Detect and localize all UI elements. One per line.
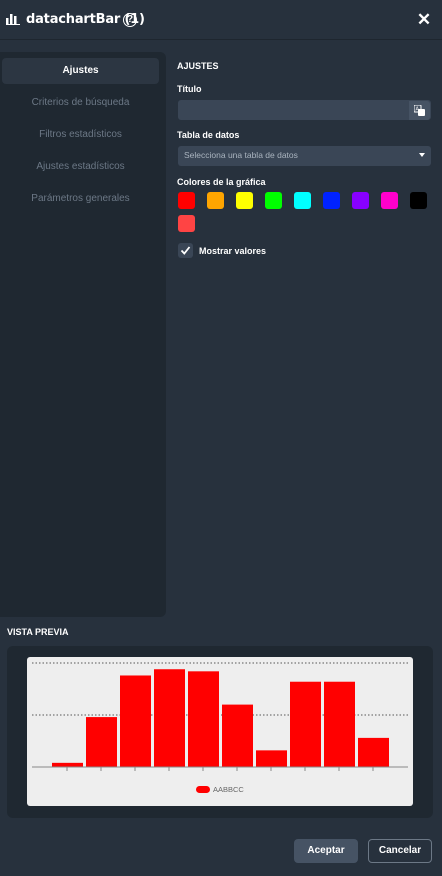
chevron-down-icon xyxy=(419,153,425,157)
cancel-button[interactable]: Cancelar xyxy=(368,839,432,863)
show-values-label: Mostrar valores xyxy=(199,246,267,256)
table-label: Tabla de datos xyxy=(177,130,240,140)
table-select[interactable]: Selecciona una tabla de datos xyxy=(178,146,431,166)
preview-title: VISTA PREVIA xyxy=(7,627,69,637)
colors-label: Colores de la gráfica xyxy=(177,177,266,187)
sidebar-item-ajustes-estadisticos[interactable]: Ajustes estadísticos xyxy=(2,154,159,180)
title-label: Título xyxy=(177,84,202,94)
bar-chart: AABBCC xyxy=(32,662,408,794)
bar xyxy=(86,717,117,767)
bar xyxy=(222,704,253,767)
color-swatch[interactable] xyxy=(352,192,369,209)
color-swatch[interactable] xyxy=(207,192,224,209)
bar xyxy=(188,671,219,767)
sidebar-item-filtros[interactable]: Filtros estadísticos xyxy=(2,122,159,148)
sidebar-item-criterios[interactable]: Criterios de búsqueda xyxy=(2,90,159,116)
bar xyxy=(324,681,355,767)
legend-label: AABBCC xyxy=(213,785,244,794)
sidebar: Ajustes Criterios de búsqueda Filtros es… xyxy=(0,52,166,617)
bar xyxy=(120,675,151,767)
bar-chart-icon xyxy=(6,14,20,25)
legend-swatch xyxy=(196,786,210,793)
sidebar-item-ajustes[interactable]: Ajustes xyxy=(2,58,159,84)
help-icon[interactable]: ? xyxy=(123,13,137,27)
color-swatch[interactable] xyxy=(236,192,253,209)
color-swatch[interactable] xyxy=(265,192,282,209)
bar xyxy=(52,762,83,767)
svg-text:A: A xyxy=(416,107,420,113)
color-swatch[interactable] xyxy=(381,192,398,209)
color-swatch[interactable] xyxy=(410,192,427,209)
translate-button[interactable]: A xyxy=(409,101,430,120)
bar xyxy=(256,750,287,767)
sidebar-item-parametros[interactable]: Parámetros generales xyxy=(2,186,159,212)
title-input[interactable]: A xyxy=(178,100,431,120)
bar xyxy=(290,681,321,767)
color-swatch[interactable] xyxy=(294,192,311,209)
title-bar: datachartBar (1) ? ✕ xyxy=(0,0,442,40)
section-title: AJUSTES xyxy=(177,61,219,71)
close-icon[interactable]: ✕ xyxy=(415,11,433,29)
accept-button[interactable]: Aceptar xyxy=(294,839,358,863)
chart-card: AABBCC xyxy=(27,657,413,806)
translate-icon: A xyxy=(414,105,425,116)
color-swatch[interactable] xyxy=(178,215,195,232)
checkmark-icon xyxy=(180,246,191,255)
table-select-placeholder: Selecciona una tabla de datos xyxy=(184,150,298,160)
color-swatch[interactable] xyxy=(178,192,195,209)
show-values-checkbox[interactable] xyxy=(178,243,193,258)
preview-panel: AABBCC xyxy=(7,646,433,818)
bar xyxy=(358,737,389,767)
bar xyxy=(154,669,185,767)
color-swatch[interactable] xyxy=(323,192,340,209)
